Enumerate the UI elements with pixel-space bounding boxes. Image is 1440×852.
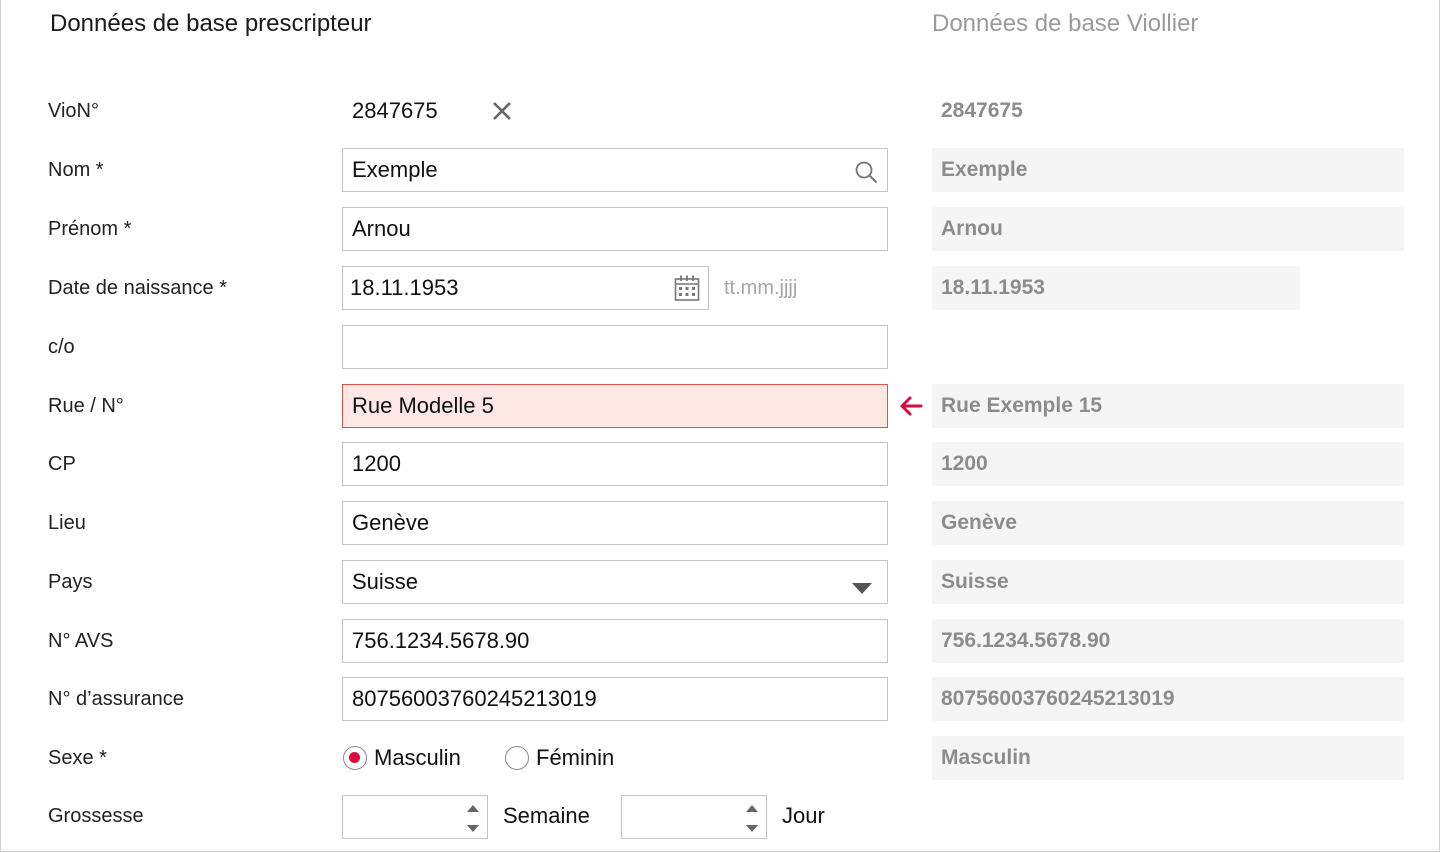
prenom-field[interactable]: Arnou xyxy=(342,207,888,251)
vion-value: 2847675 xyxy=(352,98,438,123)
city-reference: Genève xyxy=(932,501,1404,545)
nom-field[interactable]: Exemple xyxy=(342,148,888,192)
pregnancy-day-label: Jour xyxy=(782,803,825,828)
pregnancy-label: Grossesse xyxy=(48,805,144,827)
insurance-field[interactable]: 80756003760245213019 xyxy=(342,677,888,721)
close-icon[interactable] xyxy=(490,89,514,133)
country-reference: Suisse xyxy=(932,560,1404,604)
vion-label: VioN° xyxy=(48,100,99,122)
birthdate-reference: 18.11.1953 xyxy=(932,266,1300,310)
insurance-reference: 80756003760245213019 xyxy=(932,677,1404,721)
birthdate-field-value: 18.11.1953 xyxy=(350,275,459,300)
sex-label: Sexe * xyxy=(48,747,107,769)
pregnancy-week-stepper[interactable] xyxy=(342,795,488,839)
country-select-value: Suisse xyxy=(352,569,419,594)
country-label: Pays xyxy=(48,571,93,593)
cp-reference: 1200 xyxy=(932,442,1404,486)
calendar-icon[interactable] xyxy=(674,274,700,301)
stepper-arrows-icon[interactable] xyxy=(744,800,760,836)
sex-male-label[interactable]: Masculin xyxy=(374,736,461,780)
insurance-label: N° d’assurance xyxy=(48,688,184,710)
street-label: Rue / N° xyxy=(48,395,124,417)
search-icon[interactable] xyxy=(853,157,879,183)
prenom-label: Prénom * xyxy=(48,218,132,240)
cp-label: CP xyxy=(48,453,76,475)
prenom-reference: Arnou xyxy=(932,207,1404,251)
form-panel: Données de base prescripteur Données de … xyxy=(0,0,1440,852)
sex-female-radio[interactable] xyxy=(505,746,529,770)
chevron-down-icon[interactable] xyxy=(851,571,877,597)
birthdate-field[interactable]: 18.11.1953 xyxy=(342,266,709,310)
viollier-data-header: Données de base Viollier xyxy=(932,10,1199,37)
co-field[interactable] xyxy=(342,325,888,369)
date-format-hint: tt.mm.jjjj xyxy=(724,277,798,299)
sex-male-radio[interactable] xyxy=(343,746,367,770)
nom-field-value: Exemple xyxy=(352,157,438,182)
city-label: Lieu xyxy=(48,512,86,534)
stepper-arrows-icon[interactable] xyxy=(465,800,481,836)
prescriber-data-header: Données de base prescripteur xyxy=(50,10,372,37)
country-select[interactable]: Suisse xyxy=(342,560,888,604)
birthdate-label: Date de naissance * xyxy=(48,277,228,299)
sex-reference: Masculin xyxy=(932,736,1404,780)
pregnancy-week-label: Semaine xyxy=(503,803,590,828)
street-reference: Rue Exemple 15 xyxy=(932,384,1404,428)
avs-reference: 756.1234.5678.90 xyxy=(932,619,1404,663)
street-field[interactable]: Rue Modelle 5 xyxy=(342,384,888,428)
co-label: c/o xyxy=(48,336,75,358)
vion-reference: 2847675 xyxy=(941,99,1023,122)
cp-field[interactable]: 1200 xyxy=(342,442,888,486)
avs-field[interactable]: 756.1234.5678.90 xyxy=(342,619,888,663)
nom-reference: Exemple xyxy=(932,148,1404,192)
city-field[interactable]: Genève xyxy=(342,501,888,545)
sex-female-label[interactable]: Féminin xyxy=(536,736,614,780)
arrow-left-icon[interactable] xyxy=(897,384,925,428)
pregnancy-day-stepper[interactable] xyxy=(621,795,767,839)
avs-label: N° AVS xyxy=(48,630,114,652)
nom-label: Nom * xyxy=(48,159,104,181)
radio-selected-dot xyxy=(349,752,360,763)
